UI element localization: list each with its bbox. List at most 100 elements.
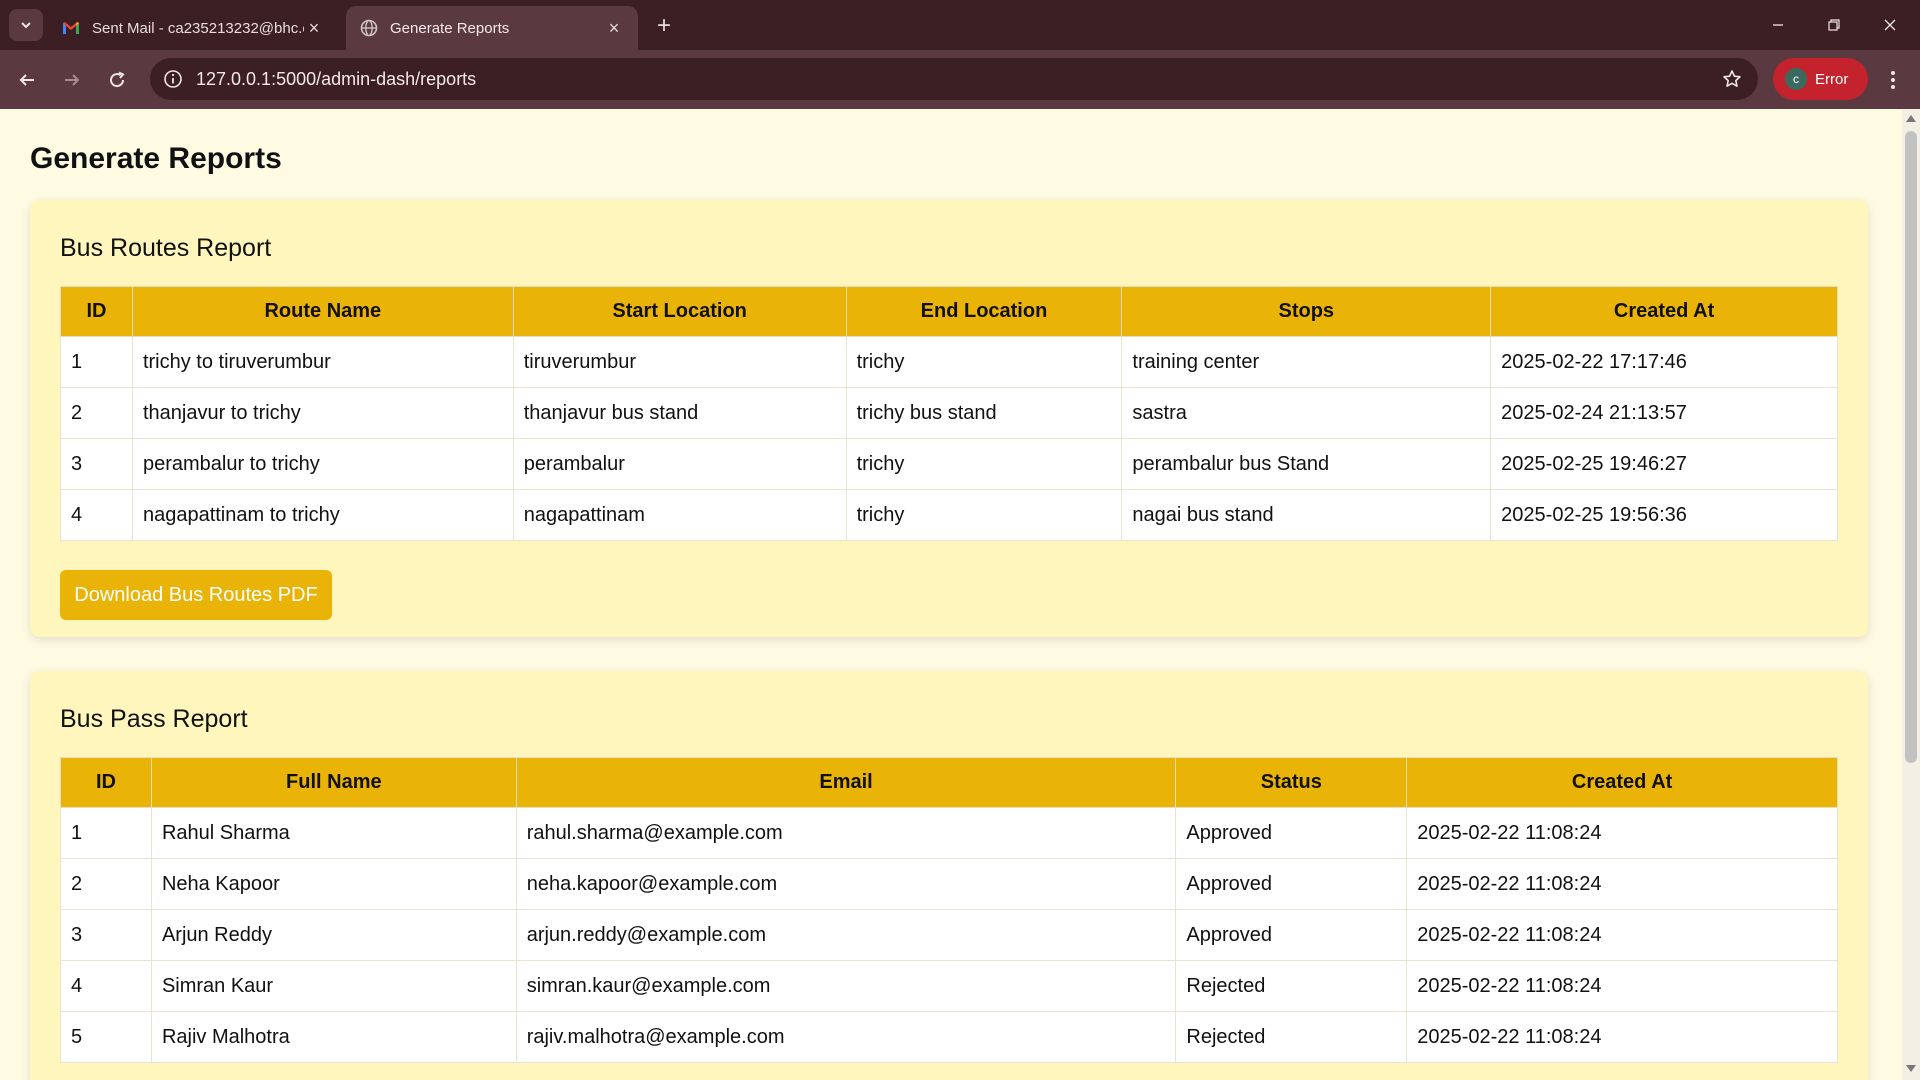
browser-toolbar: 127.0.0.1:5000/admin-dash/reports c Erro… <box>0 50 1920 109</box>
table-cell: thanjavur to trichy <box>131 387 514 439</box>
column-header: Full Name <box>150 757 517 808</box>
download-bus-routes-pdf-button[interactable]: Download Bus Routes PDF <box>60 570 332 620</box>
url-text[interactable]: 127.0.0.1:5000/admin-dash/reports <box>196 69 476 90</box>
table-cell: trichy bus stand <box>845 387 1123 439</box>
page-title: Generate Reports <box>30 142 282 175</box>
close-icon[interactable]: × <box>304 18 324 38</box>
scrollbar-thumb[interactable] <box>1905 131 1917 763</box>
tab-title: Sent Mail - ca235213232@bhc.e <box>92 19 304 37</box>
table-cell: arjun.reddy@example.com <box>515 909 1177 961</box>
bus-routes-report-card: Bus Routes Report ID Route Name Start Lo… <box>30 200 1868 637</box>
column-header: ID <box>60 757 152 808</box>
table-row: 1 trichy to tiruverumbur tiruverumbur tr… <box>60 336 1838 388</box>
table-cell: 4 <box>60 960 152 1012</box>
table-cell: Rejected <box>1175 1011 1408 1063</box>
table-row: 1 Rahul Sharma rahul.sharma@example.com … <box>60 807 1838 859</box>
close-icon[interactable]: × <box>604 18 624 38</box>
table-cell: 2 <box>60 387 133 439</box>
table-cell: 2025-02-22 11:08:24 <box>1406 1011 1838 1063</box>
gmail-icon <box>62 19 80 37</box>
table-row: 2 Neha Kapoor neha.kapoor@example.com Ap… <box>60 858 1838 910</box>
column-header: Email <box>515 757 1177 808</box>
column-header: Created At <box>1490 286 1838 337</box>
reload-button[interactable] <box>99 62 135 98</box>
table-cell: 1 <box>60 807 152 859</box>
table-row: 4 Simran Kaur simran.kaur@example.com Re… <box>60 960 1838 1012</box>
profile-status-label: Error <box>1815 70 1849 88</box>
table-cell: sastra <box>1121 387 1492 439</box>
table-header-row: ID Full Name Email Status Created At <box>60 757 1838 808</box>
bus-pass-report-heading: Bus Pass Report <box>60 705 248 733</box>
column-header: Stops <box>1121 286 1492 337</box>
arrow-right-icon <box>65 74 80 86</box>
table-cell: 2025-02-22 11:08:24 <box>1406 807 1838 859</box>
table-cell: tiruverumbur <box>512 336 847 388</box>
window-close-button[interactable] <box>1862 0 1918 50</box>
back-button[interactable] <box>9 62 45 98</box>
table-cell: 2025-02-22 11:08:24 <box>1406 909 1838 961</box>
profile-error-button[interactable]: c Error <box>1773 58 1868 100</box>
table-cell: trichy to tiruverumbur <box>131 336 514 388</box>
table-cell: Neha Kapoor <box>150 858 517 910</box>
tab-generate-reports[interactable]: Generate Reports × <box>346 6 638 50</box>
column-header: End Location <box>845 286 1123 337</box>
tab-sent-mail[interactable]: Sent Mail - ca235213232@bhc.e × <box>48 6 338 50</box>
minimize-button[interactable] <box>1750 0 1806 50</box>
page-viewport: Generate Reports Bus Routes Report ID Ro… <box>0 109 1902 1080</box>
table-row: 3 Arjun Reddy arjun.reddy@example.com Ap… <box>60 909 1838 961</box>
tab-search-button[interactable] <box>9 9 43 41</box>
table-cell: 4 <box>60 489 133 541</box>
browser-menu-button[interactable] <box>1876 62 1910 98</box>
column-header: Status <box>1175 757 1408 808</box>
bookmark-star-icon[interactable] <box>1720 67 1744 91</box>
table-cell: Rejected <box>1175 960 1408 1012</box>
more-vertical-icon <box>1891 71 1895 89</box>
table-cell: 2025-02-22 11:08:24 <box>1406 858 1838 910</box>
table-cell: rajiv.malhotra@example.com <box>515 1011 1177 1063</box>
arrow-left-icon <box>19 74 34 86</box>
avatar: c <box>1785 68 1807 90</box>
restore-icon <box>1828 19 1840 31</box>
table-cell: simran.kaur@example.com <box>515 960 1177 1012</box>
chevron-down-icon <box>21 22 31 29</box>
table-row: 3 perambalur to trichy perambalur trichy… <box>60 438 1838 490</box>
table-cell: neha.kapoor@example.com <box>515 858 1177 910</box>
table-cell: Rahul Sharma <box>150 807 517 859</box>
scroll-down-arrow-icon[interactable] <box>1906 1065 1916 1072</box>
bus-pass-table: ID Full Name Email Status Created At 1 R… <box>60 757 1838 1063</box>
forward-button[interactable] <box>54 62 90 98</box>
table-cell: 2025-02-22 17:17:46 <box>1490 336 1838 388</box>
column-header: Created At <box>1406 757 1838 808</box>
tab-title: Generate Reports <box>390 19 510 37</box>
table-cell: Rajiv Malhotra <box>150 1011 517 1063</box>
reload-icon <box>110 71 125 88</box>
table-cell: perambalur <box>512 438 847 490</box>
site-info-icon[interactable] <box>162 68 184 90</box>
table-cell: trichy <box>845 438 1123 490</box>
new-tab-button[interactable]: + <box>650 12 678 40</box>
table-header-row: ID Route Name Start Location End Locatio… <box>60 286 1838 337</box>
column-header: ID <box>60 286 133 337</box>
column-header: Route Name <box>131 286 514 337</box>
table-cell: perambalur to trichy <box>131 438 514 490</box>
bus-routes-table: ID Route Name Start Location End Locatio… <box>60 286 1838 541</box>
restore-button[interactable] <box>1806 0 1862 50</box>
browser-tab-bar: Sent Mail - ca235213232@bhc.e × Generate… <box>0 0 1920 50</box>
table-cell: thanjavur bus stand <box>512 387 847 439</box>
table-row: 4 nagapattinam to trichy nagapattinam tr… <box>60 489 1838 541</box>
page-scrollbar[interactable] <box>1902 109 1920 1080</box>
bus-pass-report-card: Bus Pass Report ID Full Name Email Statu… <box>30 671 1868 1080</box>
table-row: 2 thanjavur to trichy thanjavur bus stan… <box>60 387 1838 439</box>
minimize-icon <box>1773 24 1783 26</box>
table-cell: 2 <box>60 858 152 910</box>
bus-routes-report-heading: Bus Routes Report <box>60 234 272 262</box>
scroll-up-arrow-icon[interactable] <box>1906 115 1916 122</box>
table-cell: perambalur bus Stand <box>1121 438 1492 490</box>
table-cell: Approved <box>1175 858 1408 910</box>
table-cell: 1 <box>60 336 133 388</box>
address-bar[interactable]: 127.0.0.1:5000/admin-dash/reports <box>150 58 1758 100</box>
table-cell: 5 <box>60 1011 152 1063</box>
globe-icon <box>360 19 378 37</box>
table-cell: nagapattinam to trichy <box>131 489 514 541</box>
table-cell: Simran Kaur <box>150 960 517 1012</box>
